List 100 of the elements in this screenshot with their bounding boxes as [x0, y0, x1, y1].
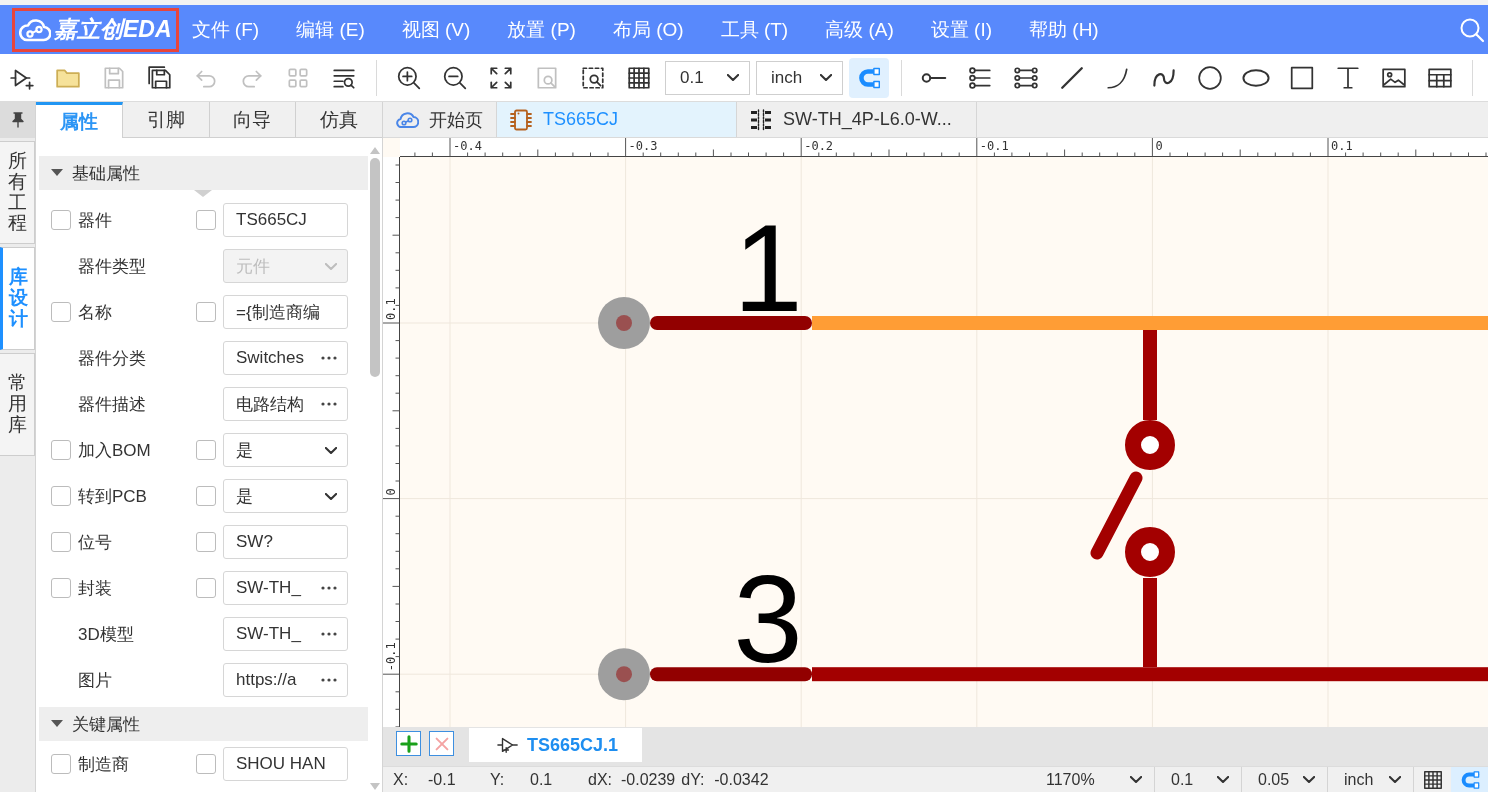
property-label: 制造商 — [78, 753, 130, 776]
unit-select[interactable]: inch — [1328, 767, 1414, 792]
pin-number: 3 — [733, 572, 803, 666]
wire[interactable] — [812, 667, 1488, 682]
more-icon — [321, 632, 337, 636]
footprint-icon — [749, 107, 773, 132]
chevron-down-icon — [1130, 776, 1142, 783]
coordinate-label: Y: — [490, 770, 506, 789]
more-icon — [321, 402, 337, 406]
text-field[interactable]: TS665CJ — [223, 203, 348, 237]
browse-field[interactable]: 电路结构 — [223, 387, 348, 421]
unit-select[interactable]: inch — [756, 60, 843, 95]
ruler-label: -0.3 — [628, 139, 658, 153]
coordinate-value: -0.0239 — [621, 770, 676, 789]
chevron-down-icon — [1303, 776, 1315, 783]
drawing-canvas[interactable]: -0.4 -0.3 -0.2 -0.1 0 0.1 0.1 0 -0.1 1 3 — [383, 138, 1488, 727]
page-search-icon — [534, 64, 560, 91]
coordinate-value: -0.1 — [428, 770, 457, 789]
property-label: 3D模型 — [78, 623, 135, 646]
fit-view-icon — [488, 64, 514, 91]
logo-text: 嘉立创EDA — [54, 15, 172, 44]
property-label: 图片 — [78, 669, 113, 692]
chevron-down-icon — [727, 74, 739, 81]
snap-toggle-button[interactable] — [1451, 767, 1488, 792]
checkbox[interactable] — [196, 440, 216, 460]
coordinate-label: dX: — [588, 770, 613, 789]
ruler-label: 0 — [1155, 139, 1163, 153]
ruler-label: -0.1 — [384, 642, 398, 672]
pushpin-icon[interactable] — [10, 112, 25, 128]
property-label: 加入BOM — [78, 439, 152, 462]
snap-size-select[interactable]: 0.05 — [1242, 767, 1328, 792]
checkbox[interactable] — [51, 754, 71, 774]
switch-lever[interactable] — [1090, 471, 1143, 560]
text-tool-icon — [1335, 64, 1361, 91]
ruler-label: 0.1 — [384, 298, 398, 320]
switch-lead[interactable] — [1143, 578, 1157, 667]
scroll-down-icon — [370, 783, 380, 790]
text-field[interactable]: ={制造商编 — [223, 295, 348, 329]
dropdown-field[interactable]: 是 — [223, 479, 348, 513]
property-label: 转到PCB — [78, 485, 148, 508]
browse-field[interactable]: SW-TH_ — [223, 617, 348, 651]
checkbox[interactable] — [196, 486, 216, 506]
two-floppy-disks-icon — [147, 64, 173, 91]
snap-toggle-button[interactable] — [849, 57, 889, 98]
dashed-area-search-icon — [580, 64, 606, 91]
more-icon — [321, 356, 337, 360]
checkbox[interactable] — [196, 302, 216, 322]
more-icon — [321, 678, 337, 682]
grid-size-select[interactable]: 0.1 — [1155, 767, 1242, 792]
property-label: 器件 — [78, 209, 113, 232]
chip-icon — [509, 107, 533, 132]
switch-contact[interactable] — [1125, 527, 1175, 577]
checkbox[interactable] — [51, 302, 71, 322]
circle-icon — [1197, 64, 1223, 91]
add-sheet-button[interactable] — [396, 731, 421, 756]
scrollbar-thumb[interactable] — [370, 158, 380, 377]
switch-contact[interactable] — [1125, 420, 1175, 470]
checkbox[interactable] — [51, 440, 71, 460]
pin-row-icon — [967, 64, 993, 91]
checkbox[interactable] — [51, 210, 71, 230]
chevron-down-icon — [325, 446, 337, 454]
pin-number: 1 — [733, 221, 803, 315]
ruler-label: -0.1 — [979, 139, 1009, 153]
checkbox[interactable] — [51, 578, 71, 598]
checkbox[interactable] — [196, 210, 216, 230]
section-title: 基础属性 — [72, 162, 140, 185]
browse-field[interactable]: https://a — [223, 663, 348, 697]
checkbox[interactable] — [196, 754, 216, 774]
chevron-down-icon — [325, 492, 337, 500]
property-label: 名称 — [78, 301, 113, 324]
plus-icon — [399, 734, 418, 753]
more-icon — [321, 586, 337, 590]
checkbox[interactable] — [196, 532, 216, 552]
browse-field[interactable]: Switches — [223, 341, 348, 375]
property-label: 器件描述 — [78, 393, 147, 416]
pin-terminal[interactable] — [598, 648, 650, 701]
section-header[interactable]: 基础属性 — [39, 156, 368, 190]
pin-terminal[interactable] — [598, 297, 650, 349]
search-icon[interactable] — [1459, 16, 1485, 43]
browse-field[interactable]: SW-TH_ — [223, 571, 348, 605]
ruler-label: -0.2 — [804, 139, 834, 153]
chevron-down-icon — [1217, 776, 1229, 783]
grid-size-select[interactable]: 0.1 — [665, 60, 750, 95]
property-label: 封装 — [78, 577, 113, 600]
text-field[interactable]: SW? — [223, 525, 348, 559]
zoom-out-icon — [442, 64, 468, 91]
coordinate-label: X: — [393, 770, 410, 789]
dropdown-field[interactable]: 是 — [223, 433, 348, 467]
text-field[interactable]: SHOU HAN — [223, 747, 348, 781]
side-tab[interactable]: 所有工程 — [0, 141, 35, 244]
switch-lead[interactable] — [1143, 330, 1157, 420]
checkbox[interactable] — [51, 486, 71, 506]
scroll-up-icon — [370, 147, 380, 154]
zoom-select[interactable]: 1170% — [1030, 767, 1155, 792]
section-header[interactable]: 关键属性 — [39, 707, 368, 741]
ellipse-icon — [1242, 68, 1270, 87]
checkbox[interactable] — [51, 532, 71, 552]
grid-icon — [1421, 768, 1444, 791]
side-tab[interactable]: 常用库 — [0, 353, 35, 456]
checkbox[interactable] — [196, 578, 216, 598]
